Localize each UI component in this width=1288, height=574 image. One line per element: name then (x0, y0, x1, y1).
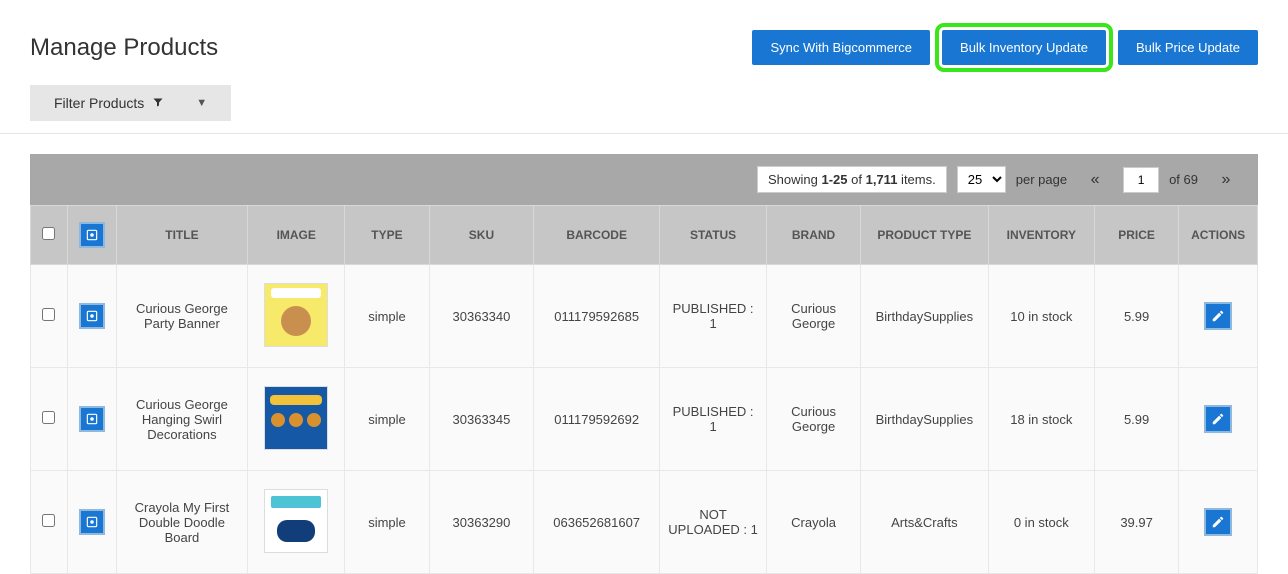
col-price: PRICE (1094, 206, 1178, 265)
filter-icon (152, 95, 164, 111)
col-product-type: PRODUCT TYPE (861, 206, 989, 265)
cell-title: Curious George Hanging Swirl Decorations (116, 368, 248, 471)
next-page-button[interactable]: » (1208, 167, 1244, 193)
cell-price: 5.99 (1094, 265, 1178, 368)
cell-barcode: 063652681607 (534, 471, 660, 574)
row-checkbox[interactable] (42, 514, 55, 527)
page-title: Manage Products (30, 34, 740, 62)
row-logo-icon (79, 406, 105, 432)
cell-sku: 30363290 (429, 471, 534, 574)
of-pages-label: of 69 (1169, 172, 1198, 187)
cell-title: Crayola My First Double Doodle Board (116, 471, 248, 574)
col-status: STATUS (660, 206, 767, 265)
col-type: TYPE (345, 206, 429, 265)
filter-products-button[interactable]: Filter Products ▼ (30, 85, 231, 121)
filter-label: Filter Products (54, 95, 144, 111)
prev-page-button[interactable]: « (1077, 167, 1113, 193)
col-brand: BRAND (767, 206, 861, 265)
table-row: Curious George Party Banner simple 30363… (31, 265, 1258, 368)
col-image: IMAGE (248, 206, 345, 265)
product-thumbnail (264, 386, 328, 450)
edit-button[interactable] (1204, 302, 1232, 330)
row-checkbox[interactable] (42, 308, 55, 321)
cell-barcode: 011179592685 (534, 265, 660, 368)
per-page-label: per page (1016, 172, 1067, 187)
cell-status: PUBLISHED : 1 (660, 265, 767, 368)
sync-button[interactable]: Sync With Bigcommerce (752, 30, 930, 65)
table-row: Crayola My First Double Doodle Board sim… (31, 471, 1258, 574)
edit-button[interactable] (1204, 508, 1232, 536)
cell-status: PUBLISHED : 1 (660, 368, 767, 471)
cell-brand: Curious George (767, 265, 861, 368)
cell-sku: 30363340 (429, 265, 534, 368)
cell-barcode: 011179592692 (534, 368, 660, 471)
cell-brand: Crayola (767, 471, 861, 574)
edit-button[interactable] (1204, 405, 1232, 433)
col-inventory: INVENTORY (988, 206, 1094, 265)
cell-sku: 30363345 (429, 368, 534, 471)
col-title: TITLE (116, 206, 248, 265)
pagination-bar: Showing 1-25 of 1,711 items. 25 per page… (30, 154, 1258, 205)
cell-type: simple (345, 471, 429, 574)
column-logo-icon (79, 222, 105, 248)
cell-price: 5.99 (1094, 368, 1178, 471)
col-barcode: BARCODE (534, 206, 660, 265)
row-logo-icon (79, 303, 105, 329)
pager-info: Showing 1-25 of 1,711 items. (757, 166, 947, 193)
product-thumbnail (264, 283, 328, 347)
product-thumbnail (264, 489, 328, 553)
cell-inventory: 10 in stock (988, 265, 1094, 368)
col-actions: ACTIONS (1179, 206, 1258, 265)
cell-product-type: Arts&Crafts (861, 471, 989, 574)
col-sku: SKU (429, 206, 534, 265)
cell-type: simple (345, 265, 429, 368)
current-page-input[interactable] (1123, 167, 1159, 193)
cell-inventory: 18 in stock (988, 368, 1094, 471)
cell-title: Curious George Party Banner (116, 265, 248, 368)
products-table: TITLE IMAGE TYPE SKU BARCODE STATUS BRAN… (30, 205, 1258, 574)
row-logo-icon (79, 509, 105, 535)
table-row: Curious George Hanging Swirl Decorations… (31, 368, 1258, 471)
cell-status: NOT UPLOADED : 1 (660, 471, 767, 574)
bulk-inventory-button[interactable]: Bulk Inventory Update (942, 30, 1106, 65)
row-checkbox[interactable] (42, 411, 55, 424)
select-all-checkbox[interactable] (42, 227, 55, 240)
cell-product-type: BirthdaySupplies (861, 265, 989, 368)
chevron-down-icon: ▼ (196, 97, 207, 109)
cell-product-type: BirthdaySupplies (861, 368, 989, 471)
cell-inventory: 0 in stock (988, 471, 1094, 574)
per-page-select[interactable]: 25 (957, 166, 1006, 193)
cell-type: simple (345, 368, 429, 471)
cell-brand: Curious George (767, 368, 861, 471)
cell-price: 39.97 (1094, 471, 1178, 574)
bulk-price-button[interactable]: Bulk Price Update (1118, 30, 1258, 65)
